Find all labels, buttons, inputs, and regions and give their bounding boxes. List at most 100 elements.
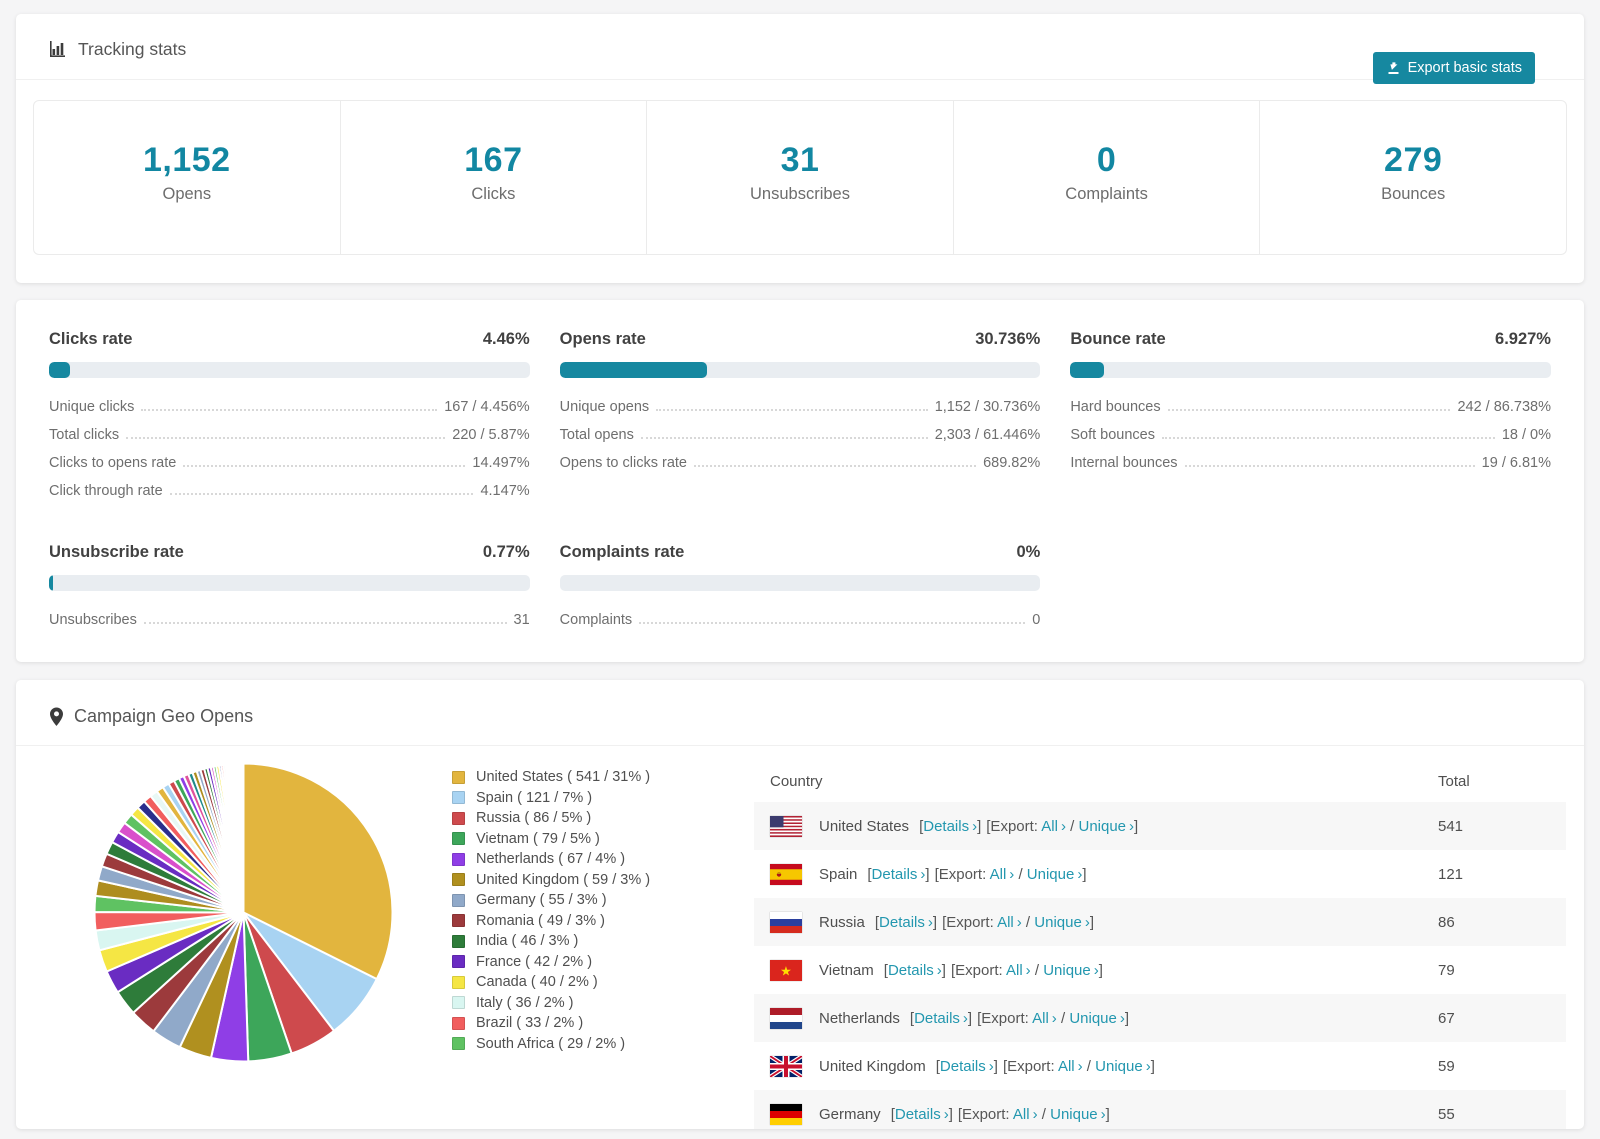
export-unique-link[interactable]: Unique (1095, 1058, 1143, 1075)
rate-value: 4.46% (482, 330, 530, 348)
total-cell: 79 (1438, 961, 1455, 979)
total-cell: 55 (1438, 1105, 1455, 1123)
legend-item: Russia ( 86 / 5% ) (452, 808, 714, 829)
rate-row-label: Internal bounces (1070, 455, 1178, 471)
geo-opens-card: Campaign Geo Opens United States ( 541 /… (16, 680, 1584, 1129)
details-link[interactable]: Details (940, 1058, 986, 1075)
details-link[interactable]: Details (914, 1010, 960, 1027)
slash: / (1056, 1009, 1070, 1027)
rate-row-value: 242 / 86.738% (1457, 399, 1551, 415)
legend-item: India ( 46 / 3% ) (452, 931, 714, 952)
export-all-link[interactable]: All (997, 914, 1014, 931)
rate-column: Bounce rate 6.927% Hard bounces 242 / 86.73… (1070, 330, 1551, 499)
bracket: ] (993, 1057, 998, 1075)
rate-row-label: Total clicks (49, 427, 120, 443)
legend-item: Spain ( 121 / 7% ) (452, 788, 714, 809)
export-unique-link[interactable]: Unique (1069, 1010, 1117, 1027)
dotted-leader (640, 437, 928, 439)
details-link[interactable]: Details (923, 818, 969, 835)
export-unique-link[interactable]: Unique (1034, 914, 1082, 931)
details-link[interactable]: Details (895, 1106, 941, 1123)
table-row: Germany [Details ›] [Export: All › / Unique ›… (754, 1090, 1566, 1129)
export-all-link[interactable]: All (1058, 1058, 1075, 1075)
legend-swatch (452, 996, 465, 1010)
export-all-link[interactable]: All (1006, 962, 1023, 979)
geo-opens-title: Campaign Geo Opens (74, 706, 254, 726)
rate-row: Clicks to opens rate 14.497% (49, 455, 530, 471)
country-cell: Germany [Details ›] [Export: All › / Unique ›… (770, 1103, 1438, 1125)
bracket: [Export: (1002, 1057, 1055, 1075)
legend-swatch (452, 1037, 465, 1051)
legend-swatch (452, 770, 465, 784)
rate-value: 0% (1016, 543, 1041, 561)
country-cell: United States [Details ›] [Export: All › / U… (770, 815, 1438, 837)
export-all-link[interactable]: All (1013, 1106, 1030, 1123)
rate-row-value: 31 (513, 612, 530, 628)
rate-header: Unsubscribe rate 0.77% (49, 543, 530, 562)
legend-swatch (452, 914, 465, 928)
legend-label: India ( 46 / 3% ) (476, 933, 579, 950)
details-segment: [Details ›] (875, 914, 937, 931)
export-unique-link[interactable]: Unique (1078, 818, 1126, 835)
total-cell: 67 (1438, 1009, 1455, 1027)
stat-card: 0 Complaints (954, 101, 1261, 254)
bracket: ] (1089, 913, 1094, 931)
stat-value: 279 (1384, 141, 1443, 179)
rate-row-label: Unique clicks (49, 399, 135, 415)
rate-row: Total opens 2,303 / 61.446% (560, 427, 1041, 443)
country-cell: Spain [Details ›] [Export: All › / Unique ›] (770, 863, 1438, 885)
dotted-leader (639, 622, 1026, 624)
legend-swatch (452, 852, 465, 866)
rate-row-label: Soft bounces (1070, 427, 1155, 443)
details-link[interactable]: Details (888, 962, 934, 979)
rate-column: Clicks rate 4.46% Unique clicks 167 / 4.456… (49, 330, 530, 499)
export-basic-stats-label: Export basic stats (1407, 60, 1522, 76)
rate-value: 0.77% (482, 543, 530, 561)
legend-swatch (452, 873, 465, 887)
bracket: ] (1134, 817, 1139, 835)
rate-value: 30.736% (975, 330, 1041, 348)
export-segment: [Export: All › / Unique ›] (935, 866, 1087, 883)
dotted-leader (169, 493, 474, 495)
dotted-leader (693, 465, 977, 467)
export-unique-link[interactable]: Unique (1050, 1106, 1098, 1123)
rate-row-label: Opens to clicks rate (559, 455, 687, 471)
pie-slice-other[interactable] (241, 762, 245, 913)
rate-row: Hard bounces 242 / 86.738% (1070, 399, 1551, 415)
rate-row: Unique opens 1,152 / 30.736% (560, 399, 1041, 415)
rate-value: 6.927% (1495, 330, 1551, 348)
legend-item: Germany ( 55 / 3% ) (452, 890, 714, 911)
details-link[interactable]: Details (879, 914, 925, 931)
rate-row-value: 689.82% (983, 455, 1041, 471)
details-link[interactable]: Details (872, 866, 918, 883)
details-segment: [Details ›] (884, 962, 946, 979)
export-segment: [Export: All › / Unique ›] (951, 962, 1103, 979)
export-basic-stats-button[interactable]: Export basic stats (1372, 52, 1535, 84)
rate-row-label: Clicks to opens rate (49, 455, 177, 471)
legend-label: Netherlands ( 67 / 4% ) (476, 851, 626, 868)
stat-value: 0 (1096, 141, 1117, 179)
table-row: Russia [Details ›] [Export: All › / Unique ›]… (754, 898, 1566, 946)
legend-item: Vietnam ( 79 / 5% ) (452, 829, 714, 850)
rate-title: Clicks rate (49, 330, 133, 348)
country-flag-es (770, 863, 802, 885)
export-unique-link[interactable]: Unique (1043, 962, 1091, 979)
stat-label: Opens (162, 185, 212, 203)
rate-title: Bounce rate (1070, 330, 1166, 348)
progress-bar-track (49, 362, 530, 378)
rate-column: Complaints rate 0% Complaints 0 (559, 543, 1041, 628)
legend-label: United States ( 541 / 31% ) (476, 769, 651, 786)
export-all-link[interactable]: All (1041, 818, 1058, 835)
geo-opens-header: Campaign Geo Opens (16, 680, 1584, 746)
export-all-link[interactable]: All (990, 866, 1007, 883)
legend-swatch (452, 832, 465, 846)
rate-header: Bounce rate 6.927% (1070, 330, 1551, 349)
stat-label: Clicks (471, 185, 516, 203)
legend-item: United States ( 541 / 31% ) (452, 767, 714, 788)
legend-swatch (452, 811, 465, 825)
rate-row-value: 4.147% (480, 483, 530, 499)
legend-label: Canada ( 40 / 2% ) (476, 974, 598, 991)
export-all-link[interactable]: All (1032, 1010, 1049, 1027)
export-unique-link[interactable]: Unique (1027, 866, 1075, 883)
country-name: Germany (819, 1105, 881, 1123)
